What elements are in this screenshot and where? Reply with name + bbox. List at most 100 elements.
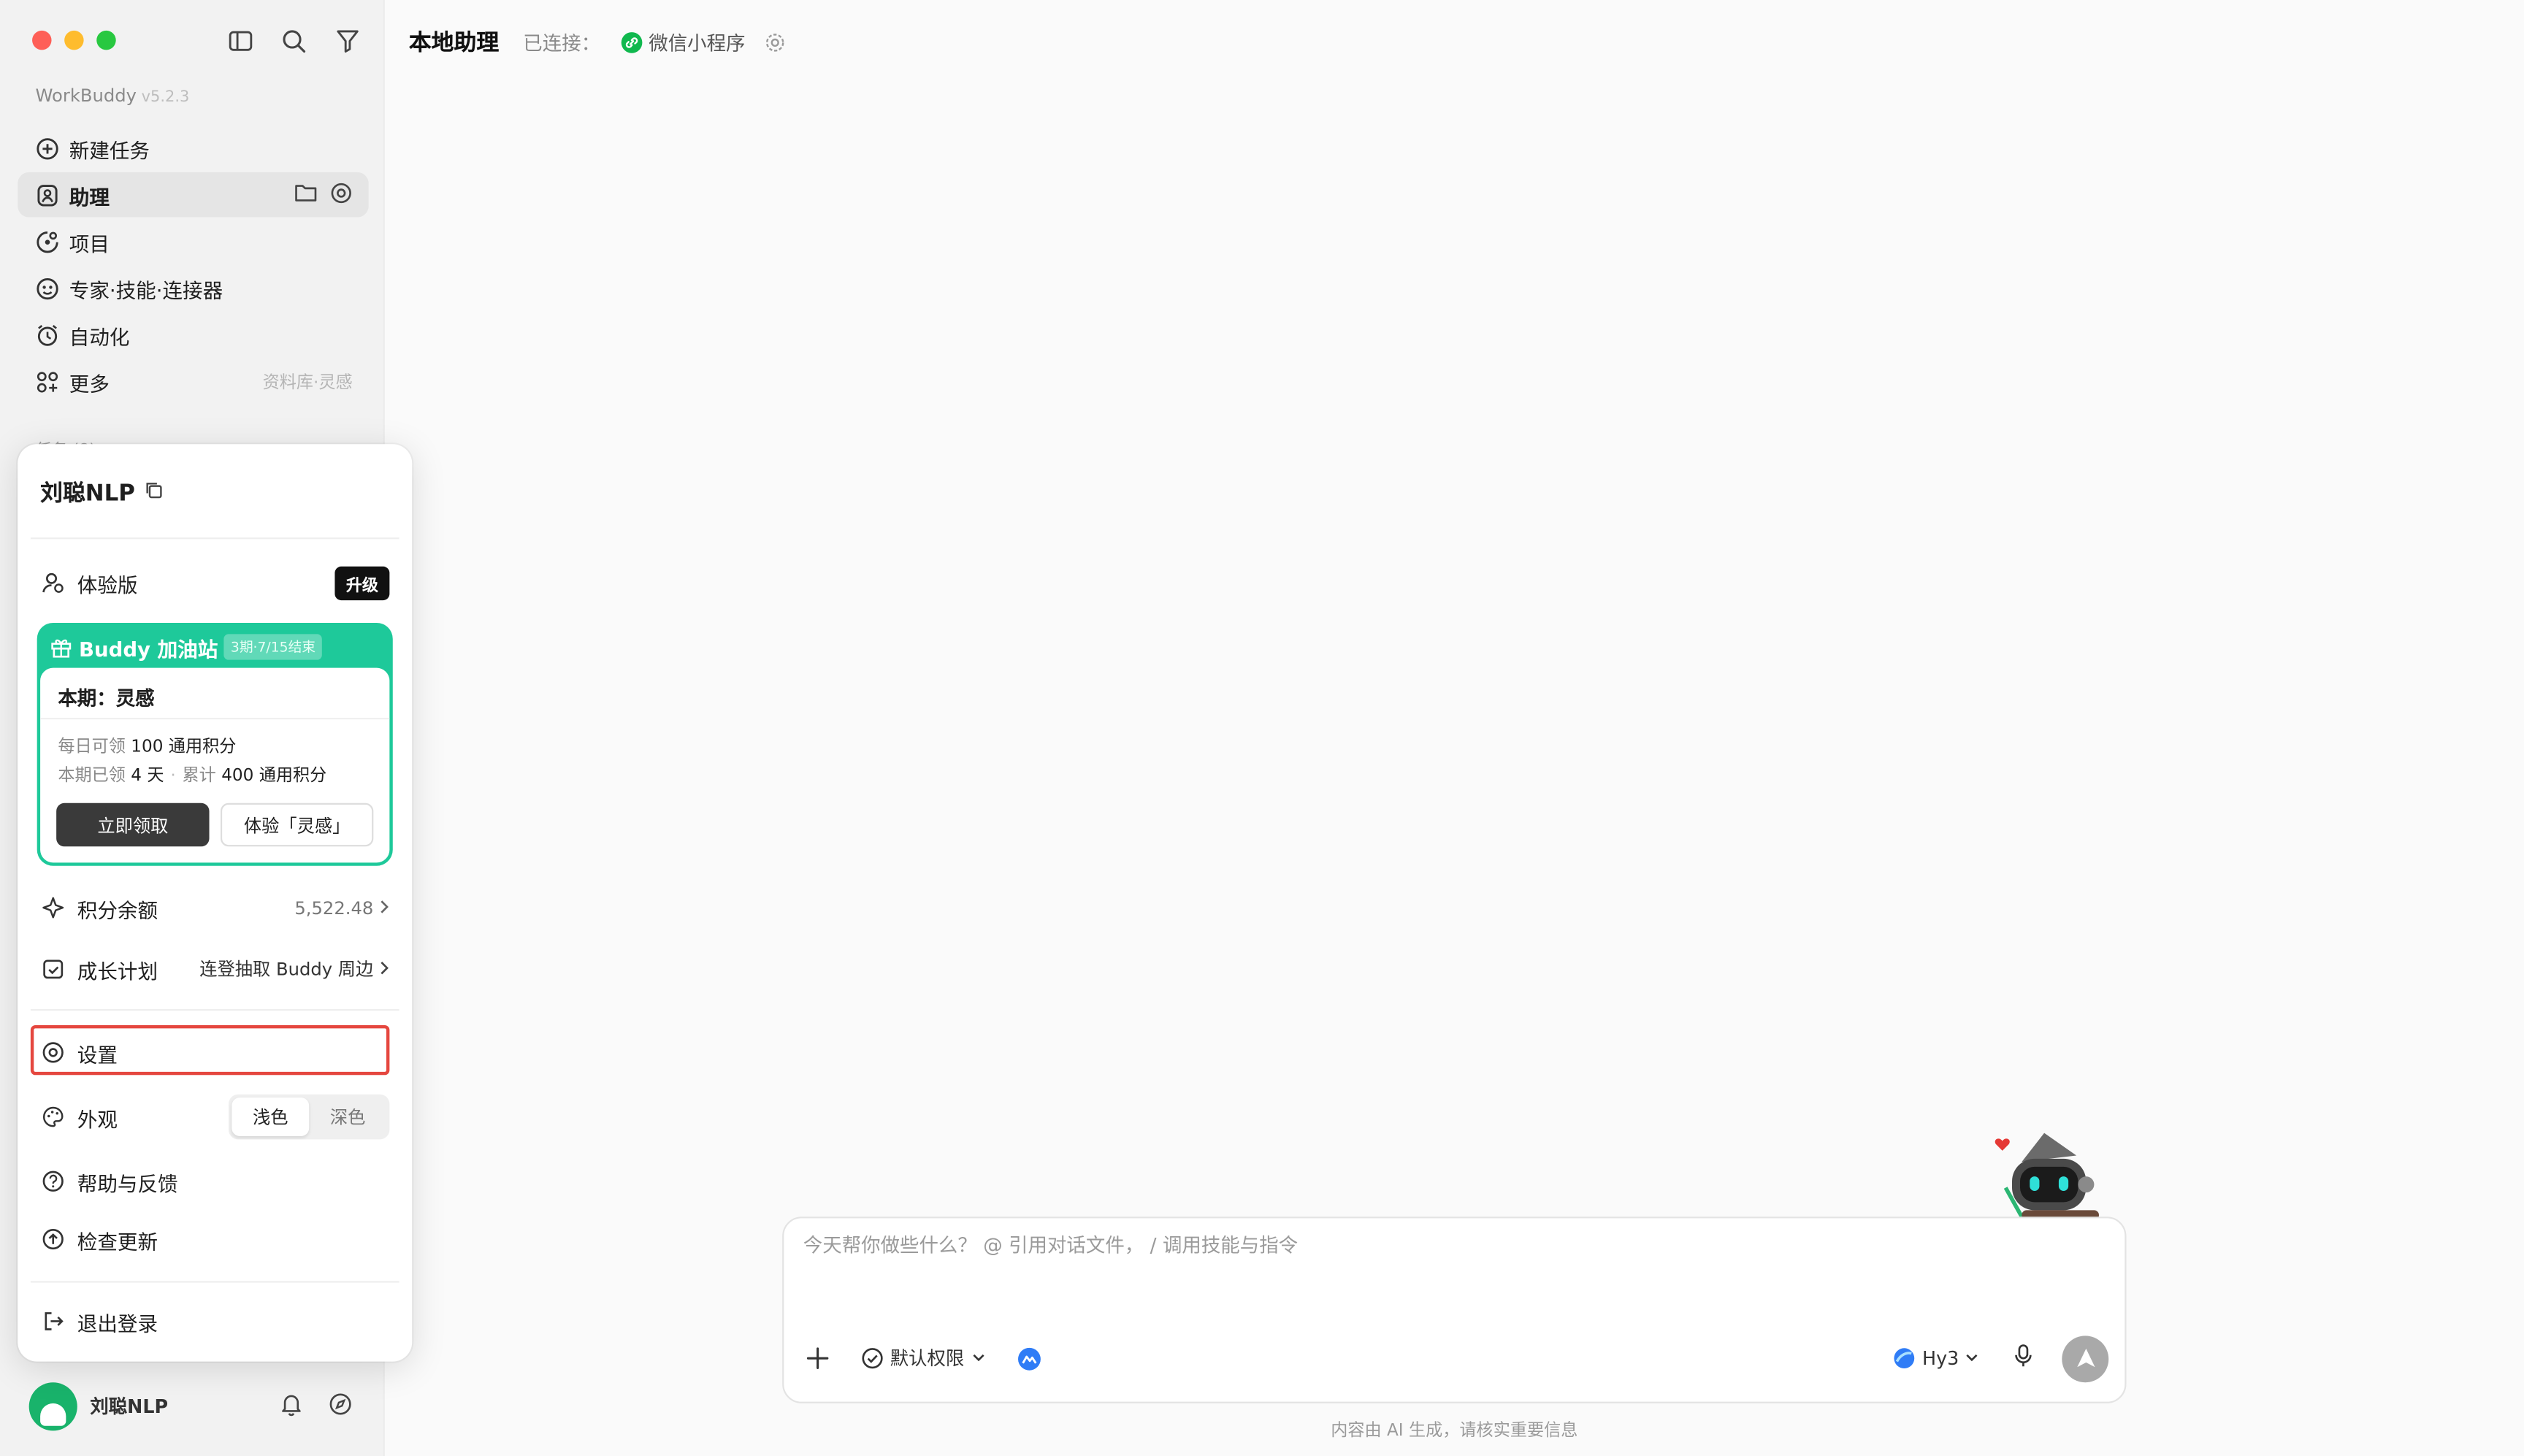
folder-icon[interactable] — [294, 181, 317, 208]
promo-daily-value: 100 通用积分 — [131, 737, 237, 756]
gear-icon[interactable] — [330, 181, 353, 208]
model-logo-icon — [1893, 1347, 1916, 1370]
sidebar-item-label: 助理 — [69, 184, 110, 209]
main-header: 本地助理 已连接： 微信小程序 — [409, 26, 786, 58]
experts-icon — [34, 275, 59, 301]
sparkle-icon — [40, 894, 66, 920]
app-brand: WorkBuddy v5.2.3 — [35, 85, 189, 107]
logout-icon — [40, 1309, 66, 1334]
calendar-check-icon — [40, 956, 66, 981]
points-row[interactable]: 积分余额 5,522.48 — [40, 886, 389, 928]
window-controls — [32, 30, 116, 50]
points-label: 积分余额 — [77, 897, 158, 922]
model-selector[interactable]: Hy3 — [1893, 1347, 1984, 1370]
app-version: v5.2.3 — [141, 88, 190, 107]
theme-dark-option[interactable]: 深色 — [309, 1097, 386, 1136]
sidebar-item-automation[interactable]: 自动化 — [18, 313, 368, 358]
apps-grid-icon — [34, 369, 59, 394]
account-menu: 刘聪NLP 体验版 升级 Buddy 加油站 3期·7/15结束 本期：灵感 每… — [18, 444, 413, 1362]
promo-claimed-value: 4 天 — [131, 766, 164, 786]
plus-icon — [806, 1347, 829, 1370]
send-arrow-icon — [2076, 1348, 2095, 1368]
menu-divider — [30, 1281, 399, 1283]
update-label: 检查更新 — [77, 1228, 158, 1253]
copy-icon[interactable] — [145, 480, 162, 505]
arrow-up-circle-icon — [40, 1226, 66, 1252]
composer: 默认权限 Hy3 — [782, 1216, 2127, 1403]
channel-chip[interactable]: 微信小程序 — [621, 28, 746, 55]
sidebar-toggle-icon[interactable] — [226, 26, 256, 56]
sidebar-item-more[interactable]: 更多 资料库·灵感 — [18, 359, 368, 404]
bell-icon[interactable] — [280, 1391, 302, 1422]
link-icon — [621, 31, 643, 53]
gear-icon — [40, 1040, 66, 1065]
sidebar-item-hint: 资料库·灵感 — [262, 372, 353, 392]
assistant-icon — [34, 182, 59, 207]
avatar[interactable] — [28, 1382, 77, 1431]
sidebar-item-experts[interactable]: 专家·技能·连接器 — [18, 266, 368, 311]
claim-button[interactable]: 立即领取 — [56, 802, 210, 847]
sidebar-item-assistant[interactable]: 助理 — [18, 172, 369, 218]
plan-label: 体验版 — [77, 572, 138, 597]
menu-divider — [30, 1008, 399, 1011]
user-bar-actions — [280, 1391, 359, 1422]
alarm-clock-icon — [34, 322, 59, 348]
model-name: Hy3 — [1922, 1346, 1959, 1370]
settings-label: 设置 — [77, 1042, 118, 1067]
appearance-row: 外观 浅色 深色 — [40, 1094, 390, 1140]
promo-tag: 3期·7/15结束 — [224, 634, 322, 660]
user-bar: 刘聪NLP — [28, 1378, 359, 1436]
minimize-window-button[interactable] — [64, 30, 84, 50]
microphone-icon[interactable] — [2014, 1343, 2032, 1373]
help-circle-icon — [40, 1168, 66, 1194]
gift-icon — [50, 636, 72, 659]
sidebar-item-projects[interactable]: 项目 — [18, 219, 368, 264]
app-badge-icon — [1017, 1346, 1041, 1371]
filter-icon[interactable] — [332, 26, 362, 56]
promo-card: Buddy 加油站 3期·7/15结束 本期：灵感 每日可领 100 通用积分 … — [37, 622, 393, 866]
sidebar-item-label: 新建任务 — [69, 137, 150, 162]
try-inspiration-button[interactable]: 体验「灵感」 — [220, 802, 374, 847]
menu-username: 刘聪NLP — [40, 480, 135, 507]
promo-claimed: 本期已领 4 天 · 累计 400 通用积分 — [58, 766, 327, 786]
help-row[interactable]: 帮助与反馈 — [40, 1160, 389, 1202]
sidebar-item-label: 自动化 — [69, 324, 130, 349]
upgrade-button[interactable]: 升级 — [334, 565, 390, 599]
plus-circle-icon — [34, 135, 59, 161]
tool-button[interactable] — [1017, 1346, 1048, 1371]
compass-icon[interactable] — [329, 1391, 353, 1422]
promo-divider — [40, 717, 390, 720]
send-button[interactable] — [2062, 1335, 2109, 1382]
robot-mascot — [1989, 1127, 2106, 1220]
sidebar-item-label: 项目 — [69, 231, 110, 256]
gear-icon[interactable] — [765, 31, 786, 53]
connection-label: 已连接： — [523, 31, 601, 54]
promo-title: Buddy 加油站 — [78, 636, 218, 661]
sidebar-item-new-task[interactable]: 新建任务 — [18, 126, 368, 171]
promo-period: 本期：灵感 — [58, 687, 155, 710]
settings-row[interactable]: 设置 — [40, 1032, 389, 1073]
sidebar-nav: 新建任务 助理 项目 专家·技能·连接器 自动化 更多 资料库·灵感 — [18, 126, 369, 405]
close-window-button[interactable] — [32, 30, 52, 50]
assistant-actions — [294, 181, 352, 208]
help-label: 帮助与反馈 — [77, 1170, 178, 1195]
composer-toolbar: 默认权限 Hy3 — [806, 1334, 2109, 1382]
theme-light-option[interactable]: 浅色 — [232, 1097, 310, 1137]
prompt-input[interactable] — [803, 1234, 2059, 1257]
maximize-window-button[interactable] — [96, 30, 116, 50]
plan-row[interactable]: 体验版 升级 — [40, 562, 390, 603]
logout-row[interactable]: 退出登录 — [40, 1300, 389, 1342]
sidebar-item-label: 专家·技能·连接器 — [69, 277, 223, 302]
points-value: 5,522.48 — [294, 897, 374, 919]
user-name[interactable]: 刘聪NLP — [90, 1394, 168, 1419]
permission-dropdown[interactable]: 默认权限 — [861, 1346, 992, 1371]
growth-value-wrap: 连登抽取 Buddy 周边 — [199, 956, 389, 981]
sidebar-toolbar — [226, 26, 362, 56]
search-icon[interactable] — [278, 26, 309, 56]
user-icon — [40, 570, 66, 595]
palette-icon — [40, 1104, 66, 1130]
add-attachment-button[interactable] — [806, 1347, 835, 1370]
growth-row[interactable]: 成长计划 连登抽取 Buddy 周边 — [40, 948, 389, 989]
page-title: 本地助理 — [408, 30, 500, 57]
update-row[interactable]: 检查更新 — [40, 1218, 389, 1260]
